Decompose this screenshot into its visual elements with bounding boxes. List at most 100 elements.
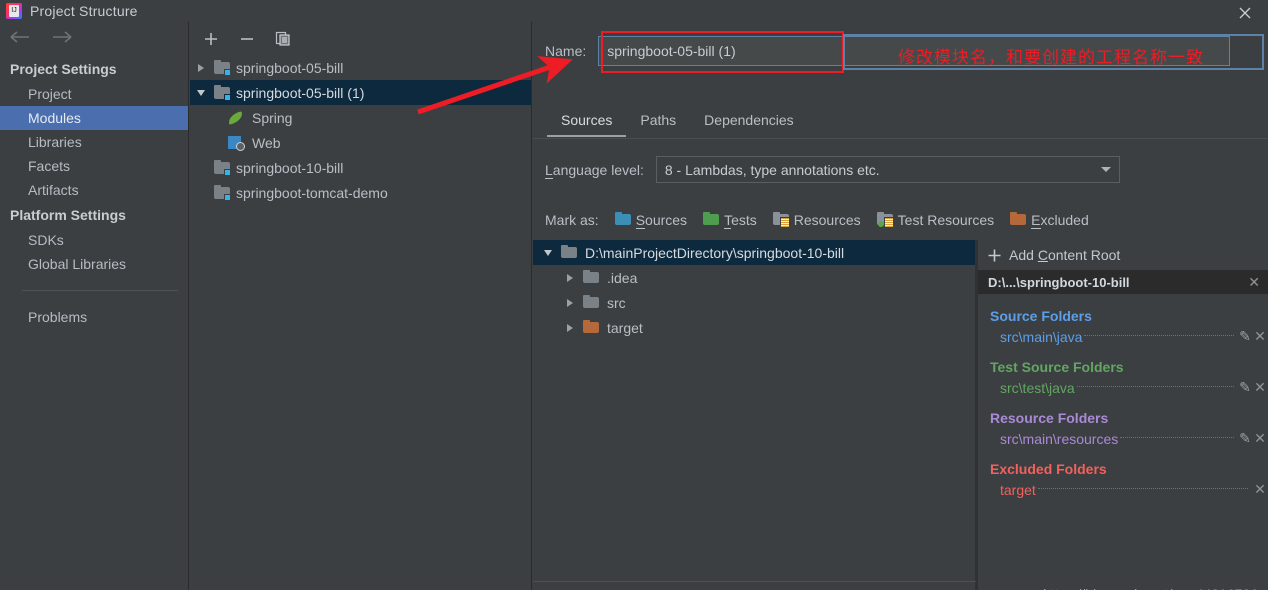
tree-row-label: springboot-tomcat-demo <box>236 184 388 201</box>
module-name-label: NName:ame: <box>545 43 587 60</box>
arrow-left-icon <box>10 30 29 43</box>
dotted-filler <box>1120 436 1234 438</box>
tree-row-facet-web[interactable]: Web <box>190 130 531 155</box>
sidebar-item-artifacts[interactable]: Artifacts <box>0 178 188 202</box>
remove-icon[interactable]: ✕ <box>1252 481 1268 498</box>
test-source-folder-path: src\test\java <box>1000 379 1075 396</box>
tab-paths[interactable]: Paths <box>626 108 690 137</box>
sidebar-group-platform-settings: Platform Settings <box>10 207 126 223</box>
modules-tree-panel: springboot-05-bill springboot-05-bill (1… <box>190 22 532 590</box>
add-module-button[interactable] <box>200 28 222 50</box>
add-content-root-label: Add Content Root <box>1009 247 1121 263</box>
source-folders-group: Source Folders src\main\java ✎ ✕ <box>978 308 1268 345</box>
content-folders-pane: Add Content Root D:\...\springboot-10-bi… <box>978 240 1268 590</box>
sidebar-item-modules[interactable]: Modules <box>0 106 188 130</box>
window-title: Project Structure <box>30 3 138 19</box>
tree-row-label: springboot-10-bill <box>236 159 344 176</box>
content-tree-row-idea[interactable]: .idea <box>533 265 976 290</box>
mark-as-resources-button[interactable]: Resources <box>772 212 861 228</box>
sidebar-item-libraries[interactable]: Libraries <box>0 130 188 154</box>
folder-orange-icon <box>581 319 601 335</box>
language-level-row: Language level: 8 - Lambdas, type annota… <box>545 156 1120 183</box>
test-source-folder-item[interactable]: src\test\java ✎ ✕ <box>990 379 1268 396</box>
modules-tree: springboot-05-bill springboot-05-bill (1… <box>190 55 531 205</box>
intellij-idea-icon <box>6 3 22 19</box>
content-root-row[interactable]: D:\mainProjectDirectory\springboot-10-bi… <box>533 240 976 265</box>
forward-button[interactable] <box>50 30 74 49</box>
expander-collapsed-icon[interactable] <box>559 273 581 283</box>
mark-as-tests-button[interactable]: Tests <box>703 212 757 229</box>
folder-resources-icon <box>772 212 790 228</box>
source-folder-item[interactable]: src\main\java ✎ ✕ <box>990 328 1268 345</box>
dotted-filler <box>1084 334 1234 336</box>
folder-gray-icon <box>581 294 601 310</box>
copy-module-button[interactable] <box>272 28 294 50</box>
language-level-select[interactable]: 8 - Lambdas, type annotations etc. <box>655 156 1120 183</box>
folder-gray-icon <box>581 269 601 285</box>
content-tree-row-label: target <box>607 319 643 336</box>
resource-folders-title: Resource Folders <box>990 410 1109 426</box>
annotation-note-text: 修改模块名，和要创建的工程名称一致 <box>898 48 1204 68</box>
title-bar: Project Structure <box>0 0 1268 22</box>
back-button[interactable] <box>8 30 32 49</box>
tree-row-module-springboot-tomcat-demo[interactable]: springboot-tomcat-demo <box>190 180 531 205</box>
excluded-folder-item[interactable]: target ✕ <box>990 481 1268 498</box>
mark-as-sources-label: Sources <box>635 212 688 229</box>
expander-expanded-icon[interactable] <box>190 88 212 98</box>
remove-icon[interactable]: ✕ <box>1252 379 1268 396</box>
sidebar-item-facets[interactable]: Facets <box>0 154 188 178</box>
bottom-divider <box>533 581 976 582</box>
module-icon <box>212 84 232 101</box>
tree-row-module-springboot-05-bill-1[interactable]: springboot-05-bill (1) <box>190 80 531 105</box>
add-content-root-button[interactable]: Add Content Root <box>978 240 1268 270</box>
edit-icon[interactable]: ✎ <box>1238 328 1252 345</box>
mark-as-tests-label: Tests <box>724 212 757 229</box>
chevron-down-icon <box>1100 167 1111 172</box>
content-tree-row-label: src <box>607 294 626 311</box>
sidebar-item-global-libraries[interactable]: Global Libraries <box>0 252 188 276</box>
remove-module-button[interactable] <box>236 28 258 50</box>
tab-sources[interactable]: Sources <box>547 108 627 137</box>
mark-as-sources-button[interactable]: Sources <box>614 212 688 229</box>
remove-icon[interactable]: ✕ <box>1252 430 1268 447</box>
remove-icon[interactable]: ✕ <box>1252 328 1268 345</box>
mark-as-resources-label: Resources <box>793 212 861 228</box>
tree-row-facet-spring[interactable]: Spring <box>190 105 531 130</box>
excluded-folder-path: target <box>1000 481 1036 498</box>
tree-row-label: Web <box>252 134 281 151</box>
test-source-folders-title: Test Source Folders <box>990 359 1124 375</box>
edit-icon[interactable]: ✎ <box>1238 430 1252 447</box>
module-editor-tabs: Sources Paths Dependencies <box>547 108 808 137</box>
tree-row-module-springboot-05-bill[interactable]: springboot-05-bill <box>190 55 531 80</box>
sidebar-item-sdks[interactable]: SDKs <box>0 228 188 252</box>
module-icon <box>212 159 232 176</box>
sidebar-divider <box>22 290 178 291</box>
content-root-label: D:\mainProjectDirectory\springboot-10-bi… <box>585 244 845 261</box>
folder-gray-icon <box>559 244 579 260</box>
tree-row-module-springboot-10-bill[interactable]: springboot-10-bill <box>190 155 531 180</box>
tab-dependencies[interactable]: Dependencies <box>690 108 808 137</box>
edit-icon[interactable]: ✎ <box>1238 379 1252 396</box>
modules-toolbar <box>190 22 531 55</box>
module-icon <box>212 184 232 201</box>
remove-content-root-icon[interactable]: ✕ <box>1248 274 1260 291</box>
content-tree-row-src[interactable]: src <box>533 290 976 315</box>
folder-blue-icon <box>614 212 631 227</box>
sidebar-item-project[interactable]: Project <box>0 82 188 106</box>
mark-as-excluded-button[interactable]: Excluded <box>1010 212 1089 229</box>
dotted-filler <box>1037 487 1248 489</box>
expander-expanded-icon[interactable] <box>537 248 559 258</box>
language-level-value: 8 - Lambdas, type annotations etc. <box>664 161 880 178</box>
tree-row-label: springboot-05-bill <box>236 59 344 76</box>
expander-collapsed-icon[interactable] <box>559 298 581 308</box>
mark-as-test-resources-button[interactable]: Test Resources <box>876 212 994 228</box>
spring-facet-icon <box>226 110 246 125</box>
mark-as-label: Mark as: <box>545 212 599 228</box>
close-icon <box>1239 7 1251 19</box>
expander-collapsed-icon[interactable] <box>190 63 212 73</box>
sidebar-item-problems[interactable]: Problems <box>0 305 188 329</box>
expander-collapsed-icon[interactable] <box>559 323 581 333</box>
content-tree-row-target[interactable]: target <box>533 315 976 340</box>
tabs-underline <box>533 138 1268 139</box>
resource-folder-item[interactable]: src\main\resources ✎ ✕ <box>990 430 1268 447</box>
